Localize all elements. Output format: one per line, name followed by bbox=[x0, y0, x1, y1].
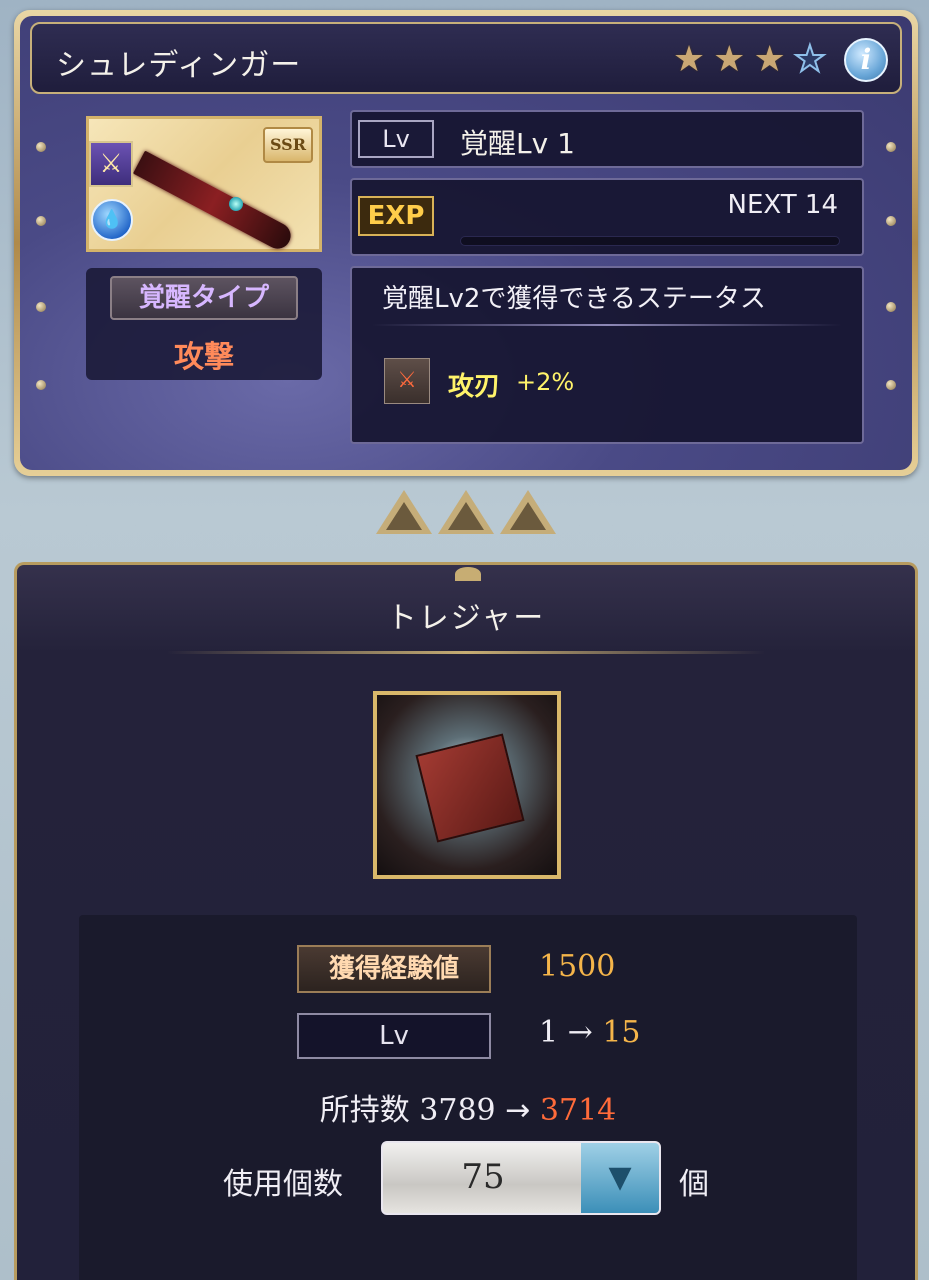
info-button[interactable]: i bbox=[844, 38, 888, 82]
water-icon: 💧 bbox=[91, 199, 133, 241]
weapon-name-bar: シュレディンガー ★ ★ ★ ★ i bbox=[30, 22, 902, 94]
level-to: 15 bbox=[602, 1015, 641, 1050]
gained-exp-value: 1500 bbox=[539, 949, 616, 984]
awakening-type-label: 覚醒タイプ bbox=[110, 276, 298, 320]
crossed-swords-icon: ⚔ bbox=[89, 141, 133, 187]
arrow-right-icon: → bbox=[505, 1093, 531, 1128]
rivet bbox=[886, 216, 896, 226]
next-status-title: 覚醒Lv2で獲得できるステータス bbox=[382, 284, 766, 314]
up-arrow-icon bbox=[376, 490, 432, 534]
rivet bbox=[886, 142, 896, 152]
arrow-right-icon: → bbox=[567, 1015, 593, 1050]
exp-progress-bar bbox=[460, 236, 840, 246]
exp-row: EXP NEXT 14 bbox=[350, 178, 864, 256]
divider bbox=[372, 324, 842, 326]
use-count-label: 使用個数 bbox=[223, 1167, 343, 1202]
rarity-badge: SSR bbox=[263, 127, 313, 163]
use-count-unit: 個 bbox=[679, 1167, 709, 1202]
star-rating: ★ ★ ★ ★ bbox=[672, 39, 827, 80]
status-skill-value: +2% bbox=[516, 368, 575, 396]
up-arrow-icon bbox=[438, 490, 494, 534]
awakening-type-value: 攻撃 bbox=[174, 340, 234, 375]
weapon-card-body: シュレディンガー ★ ★ ★ ★ i SSR ⚔ 💧 覚醒タイプ 攻撃 Lv 覚… bbox=[20, 16, 912, 470]
treasure-image[interactable] bbox=[373, 691, 561, 879]
awakening-level-text: 覚醒Lv 1 bbox=[460, 127, 575, 160]
divider bbox=[167, 651, 765, 654]
up-arrows bbox=[376, 490, 556, 534]
weapon-card: シュレディンガー ★ ★ ★ ★ i SSR ⚔ 💧 覚醒タイプ 攻撃 Lv 覚… bbox=[14, 10, 918, 476]
treasure-panel: トレジャー 獲得経験値 1500 Lv 1 → 15 所持数 3789 → 37… bbox=[14, 562, 918, 1280]
owned-from: 3789 bbox=[419, 1093, 496, 1128]
weapon-image[interactable]: SSR ⚔ 💧 bbox=[86, 116, 322, 254]
owned-label: 所持数 bbox=[319, 1093, 410, 1128]
level-change: 1 → 15 bbox=[539, 1015, 641, 1050]
exp-next: NEXT 14 bbox=[727, 190, 838, 220]
gained-exp-label: 獲得経験値 bbox=[297, 945, 491, 993]
awakening-level-row: Lv 覚醒Lv 1 bbox=[350, 110, 864, 168]
owned-to: 3714 bbox=[539, 1093, 617, 1128]
ornament-icon bbox=[455, 567, 481, 581]
owned-count: 所持数 3789 → 3714 bbox=[79, 1085, 857, 1129]
level-label: Lv bbox=[297, 1013, 491, 1059]
use-count-value: 75 bbox=[461, 1157, 505, 1197]
level-tag: Lv bbox=[358, 120, 434, 158]
exp-tag: EXP bbox=[358, 196, 434, 236]
rivet bbox=[886, 302, 896, 312]
treasure-art bbox=[415, 733, 525, 843]
status-skill-name: 攻刃 bbox=[448, 372, 501, 402]
panel-title: トレジャー bbox=[386, 601, 546, 636]
up-arrow-icon bbox=[500, 490, 556, 534]
weapon-name: シュレディンガー bbox=[56, 48, 302, 83]
level-from: 1 bbox=[539, 1015, 559, 1050]
rivet bbox=[36, 216, 46, 226]
star-icon-filled: ★ bbox=[753, 39, 786, 80]
rivet bbox=[36, 380, 46, 390]
attack-up-icon: ⚔ bbox=[384, 358, 430, 404]
star-icon-filled: ★ bbox=[713, 39, 746, 80]
rivet bbox=[36, 142, 46, 152]
use-count-select[interactable]: 75 ▼ bbox=[381, 1141, 661, 1215]
treasure-stats: 獲得経験値 1500 Lv 1 → 15 所持数 3789 → 3714 使用個… bbox=[79, 915, 857, 1280]
weapon-art bbox=[132, 150, 296, 254]
star-icon-filled: ★ bbox=[672, 39, 706, 80]
awakening-type-box: 覚醒タイプ 攻撃 bbox=[86, 268, 322, 380]
chevron-down-icon[interactable]: ▼ bbox=[581, 1143, 659, 1213]
star-icon-empty: ★ bbox=[793, 39, 827, 80]
rivet bbox=[36, 302, 46, 312]
next-status-box: 覚醒Lv2で獲得できるステータス ⚔ 攻刃 +2% bbox=[350, 266, 864, 444]
weapon-art-glow bbox=[229, 197, 243, 211]
rivet bbox=[886, 380, 896, 390]
